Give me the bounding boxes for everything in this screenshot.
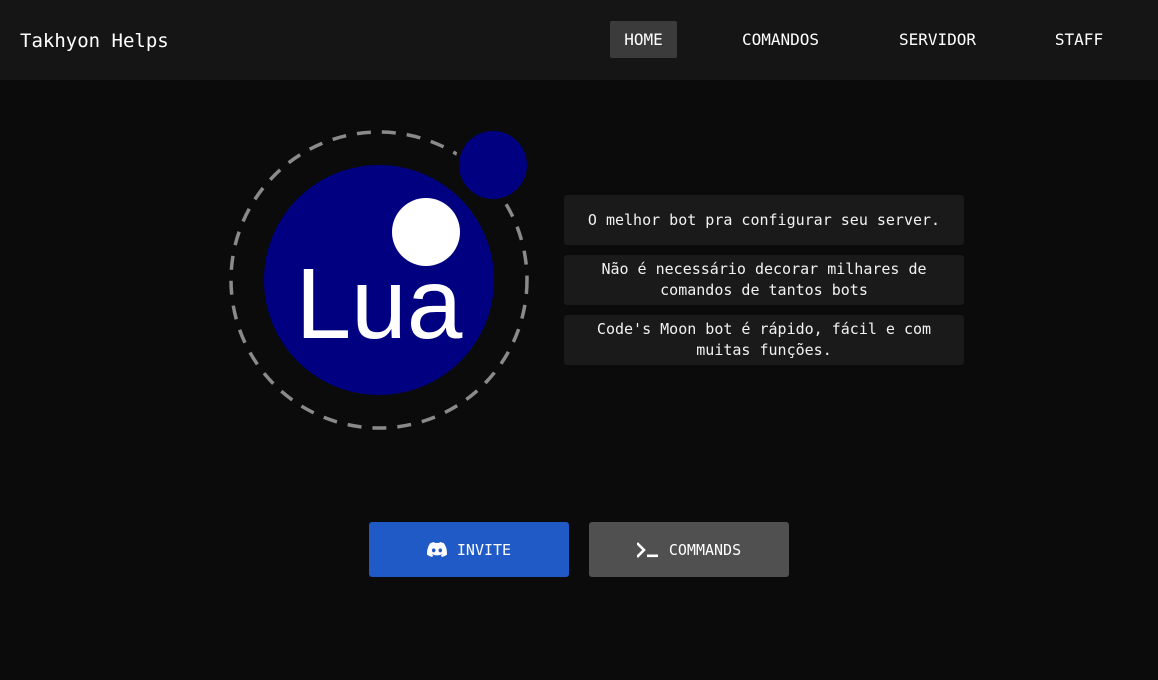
nav-comandos[interactable]: COMANDOS: [727, 21, 834, 58]
nav-home[interactable]: HOME: [610, 21, 677, 58]
satellite-circle: [459, 131, 527, 199]
invite-label: INVITE: [456, 540, 512, 559]
feature-text-2: Não é necessário decorar milhares de com…: [601, 260, 927, 299]
lua-logo: Lua: [229, 127, 531, 430]
invite-button[interactable]: INVITE: [369, 522, 569, 577]
commands-button[interactable]: COMMANDS: [589, 522, 789, 577]
feature-text-3: Code's Moon bot é rápido, fácil e com mu…: [596, 320, 932, 359]
nav-staff[interactable]: STAFF: [1041, 21, 1117, 58]
discord-icon: [426, 542, 447, 557]
feature-box-2: Não é necessário decorar milhares de com…: [564, 255, 964, 305]
navbar: Takhyon Helps HOME COMANDOS SERVIDOR STA…: [0, 0, 1158, 80]
commands-label: COMMANDS: [668, 540, 742, 559]
feature-text-1: O melhor bot pra configurar seu server.: [587, 210, 941, 229]
terminal-icon: [636, 541, 659, 558]
feature-box-3: Code's Moon bot é rápido, fácil e com mu…: [564, 315, 964, 365]
nav-servidor[interactable]: SERVIDOR: [884, 21, 991, 58]
feature-box-1: O melhor bot pra configurar seu server.: [564, 195, 964, 245]
logo-text: Lua: [296, 248, 463, 360]
brand-title[interactable]: Takhyon Helps: [20, 28, 169, 54]
